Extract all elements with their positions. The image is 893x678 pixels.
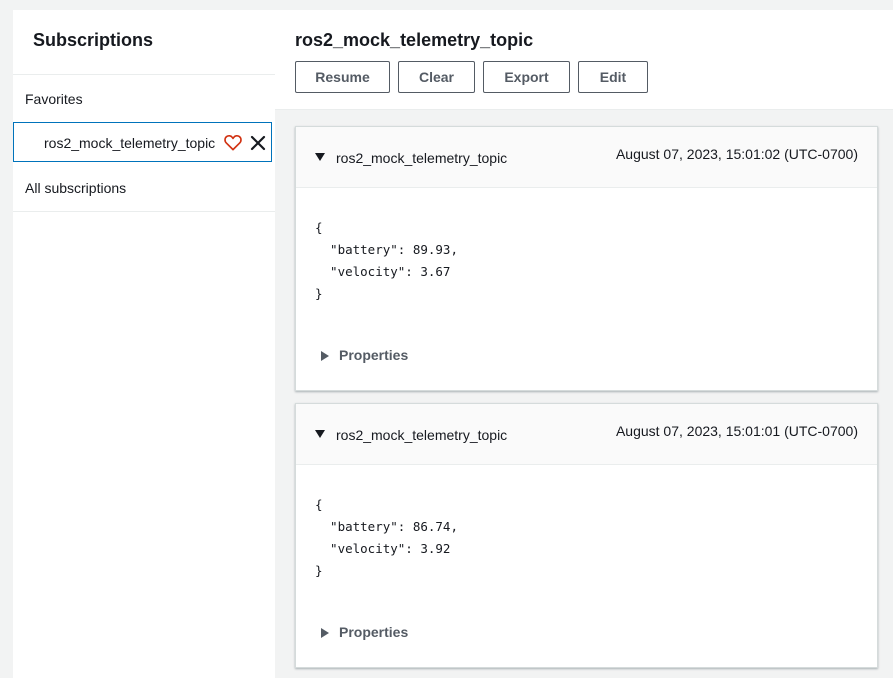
all-subscriptions-item[interactable]: All subscriptions (13, 172, 275, 212)
heart-icon[interactable] (224, 134, 242, 151)
message-topic: ros2_mock_telemetry_topic (336, 427, 508, 443)
message-card-header[interactable]: ros2_mock_telemetry_topic August 07, 202… (296, 404, 877, 465)
page-title: ros2_mock_telemetry_topic (295, 30, 534, 50)
top-strip (0, 0, 893, 10)
message-payload: { "battery": 86.74, "velocity": 3.92 } (315, 497, 458, 578)
close-icon[interactable] (249, 134, 267, 152)
all-subscriptions-label: All subscriptions (25, 180, 127, 196)
sidebar-header: Subscriptions (13, 10, 275, 75)
properties-label: Properties (339, 347, 409, 363)
favorite-item-label: ros2_mock_telemetry_topic (44, 135, 216, 151)
message-card-header[interactable]: ros2_mock_telemetry_topic August 07, 202… (296, 127, 877, 188)
main-header: ros2_mock_telemetry_topic Resume Clear E… (275, 10, 893, 110)
message-topic: ros2_mock_telemetry_topic (336, 150, 508, 166)
clear-button[interactable]: Clear (398, 61, 475, 93)
properties-label: Properties (339, 624, 409, 640)
caret-down-icon[interactable] (315, 430, 325, 438)
export-button[interactable]: Export (483, 61, 570, 93)
caret-right-icon (321, 351, 329, 361)
message-payload: { "battery": 89.93, "velocity": 3.67 } (315, 220, 458, 301)
message-timestamp: August 07, 2023, 15:01:01 (UTC-0700) (615, 423, 858, 439)
message-timestamp: August 07, 2023, 15:01:02 (UTC-0700) (615, 146, 858, 162)
caret-right-icon (321, 628, 329, 638)
message-card: ros2_mock_telemetry_topic August 07, 202… (295, 126, 878, 391)
edit-button[interactable]: Edit (578, 61, 648, 93)
subscriptions-sidebar: Subscriptions Favorites ros2_mock_teleme… (13, 10, 275, 678)
favorites-heading: Favorites (25, 91, 83, 107)
sidebar-title: Subscriptions (33, 30, 154, 50)
caret-down-icon[interactable] (315, 153, 325, 161)
message-card: ros2_mock_telemetry_topic August 07, 202… (295, 403, 878, 668)
favorite-item-ros2-mock-telemetry-topic[interactable]: ros2_mock_telemetry_topic (13, 122, 272, 162)
resume-button[interactable]: Resume (295, 61, 390, 93)
